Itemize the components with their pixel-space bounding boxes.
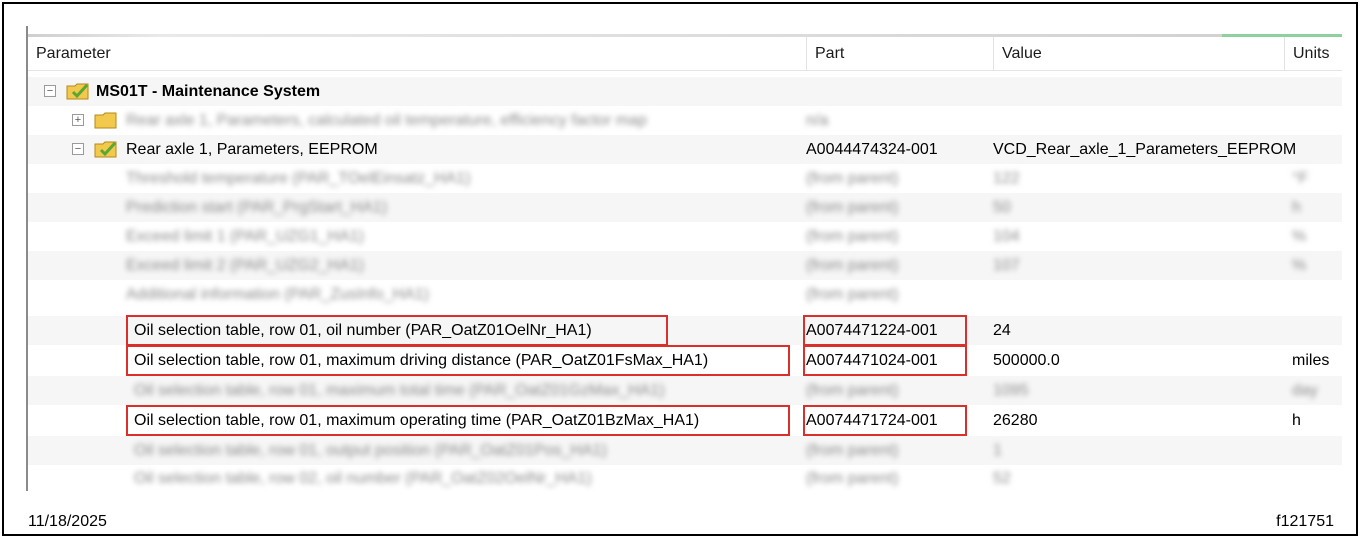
root-node-label: MS01T - Maintenance System xyxy=(96,83,321,100)
parameter-row[interactable]: Additional information (PAR_ZusInfo_HA1)… xyxy=(28,280,1342,309)
tree-node-root[interactable]: − MS01T - Maintenance System xyxy=(28,77,1342,106)
expand-icon[interactable]: + xyxy=(72,114,84,126)
row-value: 104 xyxy=(993,228,1020,245)
row-label: Rear axle 1, Parameters, EEPROM xyxy=(126,141,378,158)
row-label: Additional information (PAR_ZusInfo_HA1) xyxy=(126,286,429,303)
folder-icon xyxy=(94,110,118,130)
row-label: Oil selection table, row 01, oil number … xyxy=(134,322,592,339)
parameter-row[interactable]: Oil selection table, row 01, output posi… xyxy=(28,436,1342,465)
tree-node-row[interactable]: + Rear axle 1, Parameters, calculated oi… xyxy=(28,106,1342,135)
parameter-row[interactable]: Oil selection table, row 01, maximum tot… xyxy=(28,376,1342,405)
parameter-row[interactable]: Threshold temperature (PAR_TOelEinsatz_H… xyxy=(28,164,1342,193)
parameter-row[interactable]: Oil selection table, row 01, maximum ope… xyxy=(28,406,1342,435)
row-part: n/a xyxy=(806,112,829,129)
row-label: Exceed limit 1 (PAR_UZG1_HA1) xyxy=(126,228,364,245)
collapse-icon[interactable]: − xyxy=(72,143,84,155)
figure-id: f121751 xyxy=(1276,513,1334,530)
row-label: Oil selection table, row 01, maximum ope… xyxy=(134,412,700,429)
header-parameter[interactable]: Parameter xyxy=(28,37,806,71)
row-value: 26280 xyxy=(993,412,1038,429)
footer-date: 11/18/2025 xyxy=(28,513,107,530)
row-part: A0074471024-001 xyxy=(806,352,938,369)
row-value: 500000.0 xyxy=(993,352,1060,369)
row-part: (from parent) xyxy=(806,382,899,399)
row-value: 1095 xyxy=(993,382,1029,399)
row-label: Oil selection table, row 01, maximum dri… xyxy=(134,352,709,369)
parameter-row[interactable]: Oil selection table, row 01, oil number … xyxy=(28,316,1342,345)
row-part: (from parent) xyxy=(806,228,899,245)
row-value: 52 xyxy=(993,470,1011,487)
row-part: (from parent) xyxy=(806,199,899,216)
row-part: (from parent) xyxy=(806,442,899,459)
row-value: 107 xyxy=(993,257,1020,274)
row-part: (from parent) xyxy=(806,170,899,187)
parameter-row[interactable]: Prediction start (PAR_PrgStart_HA1) (fro… xyxy=(28,193,1342,222)
figure-frame: Parameter Part Value Units − MS01T - Mai… xyxy=(2,2,1358,536)
row-value: VCD_Rear_axle_1_Parameters_EEPROM xyxy=(993,141,1297,158)
row-part: (from parent) xyxy=(806,470,899,487)
row-value: 50 xyxy=(993,199,1011,216)
row-part: (from parent) xyxy=(806,257,899,274)
header-units[interactable]: Units xyxy=(1284,37,1342,71)
row-label: Oil selection table, row 02, oil number … xyxy=(134,470,592,487)
parameter-row[interactable]: Exceed limit 1 (PAR_UZG1_HA1) (from pare… xyxy=(28,222,1342,251)
row-label: Oil selection table, row 01, output posi… xyxy=(134,442,607,459)
collapse-icon[interactable]: − xyxy=(44,85,56,97)
row-part: A0074471224-001 xyxy=(806,322,938,339)
row-label: Rear axle 1, Parameters, calculated oil … xyxy=(126,112,647,129)
row-units: miles xyxy=(1292,352,1330,369)
row-part: (from parent) xyxy=(806,286,899,303)
row-value: 1 xyxy=(993,442,1002,459)
row-label: Prediction start (PAR_PrgStart_HA1) xyxy=(126,199,388,216)
parameter-row[interactable]: Oil selection table, row 02, oil number … xyxy=(28,464,1342,491)
parameter-row[interactable]: Oil selection table, row 01, maximum dri… xyxy=(28,346,1342,375)
row-label: Oil selection table, row 01, maximum tot… xyxy=(134,382,665,399)
parameter-tree-view: Parameter Part Value Units − MS01T - Mai… xyxy=(26,26,1342,491)
folder-check-icon xyxy=(94,139,118,159)
tree-node-row[interactable]: − Rear axle 1, Parameters, EEPROM A00444… xyxy=(28,135,1342,164)
header-value[interactable]: Value xyxy=(993,37,1284,71)
row-part: A0074471724-001 xyxy=(806,412,938,429)
row-units: h xyxy=(1292,199,1301,216)
column-header: Parameter Part Value Units xyxy=(28,37,1342,71)
row-label: Threshold temperature (PAR_TOelEinsatz_H… xyxy=(126,170,471,187)
row-units: °F xyxy=(1292,170,1309,187)
row-value: 24 xyxy=(993,322,1011,339)
header-part[interactable]: Part xyxy=(806,37,993,71)
folder-check-icon xyxy=(66,81,90,101)
row-units: h xyxy=(1292,412,1301,429)
row-value: 122 xyxy=(993,170,1020,187)
parameter-row[interactable]: Exceed limit 2 (PAR_UZG2_HA1) (from pare… xyxy=(28,251,1342,280)
row-part: A0044474324-001 xyxy=(806,141,938,158)
row-units: day xyxy=(1292,382,1318,399)
row-label: Exceed limit 2 (PAR_UZG2_HA1) xyxy=(126,257,364,274)
row-units: % xyxy=(1292,257,1307,274)
row-units: % xyxy=(1292,228,1307,245)
